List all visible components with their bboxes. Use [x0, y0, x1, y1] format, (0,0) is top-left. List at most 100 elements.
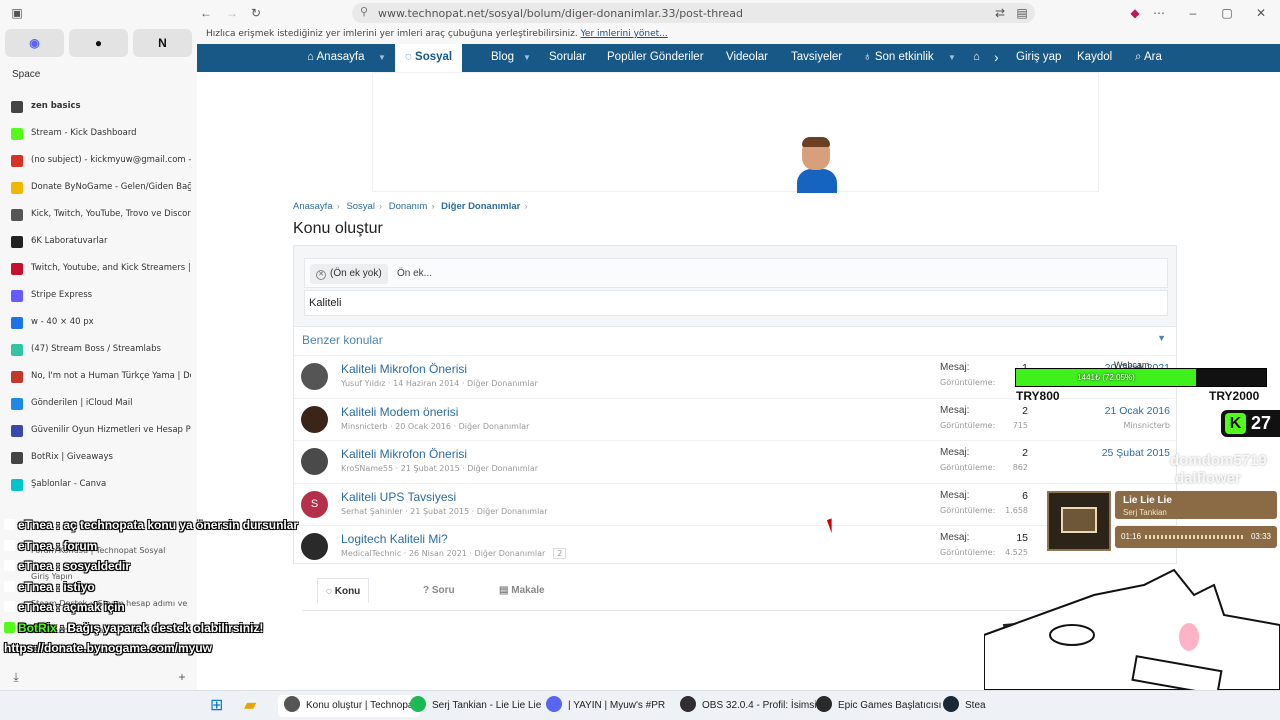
reload-icon[interactable]: ↻ — [248, 5, 264, 21]
nav-recommendations[interactable]: Tavsiyeler — [791, 51, 842, 63]
taskbar-app[interactable]: Serj Tankian - Lie Lie Lie — [410, 695, 541, 717]
pinned-notion[interactable]: N — [133, 29, 192, 57]
nav-questions[interactable]: Sorular — [549, 51, 586, 63]
address-bar[interactable]: ⚲ www.technopat.net/sosyal/bolum/diger-d… — [352, 3, 1035, 23]
thread-author[interactable]: Minsnicterb — [341, 422, 387, 431]
forward-icon[interactable]: → — [224, 5, 240, 21]
sidebar-tab[interactable]: BotRix | Giveaways — [0, 445, 197, 472]
sidebar-tab[interactable]: Gönderilen | iCloud Mail — [0, 391, 197, 418]
clear-icon[interactable]: ✕ — [316, 270, 326, 280]
sidebar-tab[interactable]: Kick, Twitch, YouTube, Trovo ve Discord — [0, 202, 197, 229]
menu-icon[interactable]: ⋯ — [1151, 5, 1167, 21]
thread-author[interactable]: KroSName55 — [341, 464, 393, 473]
minimize-icon[interactable]: – — [1185, 5, 1201, 21]
avatar[interactable] — [301, 448, 328, 476]
thread-title[interactable]: Kaliteli Modem önerisi — [341, 405, 458, 419]
thread-row[interactable]: Kaliteli Mikrofon Önerisi KroSName55 · 21… — [294, 440, 1178, 483]
avatar[interactable]: S — [301, 490, 328, 518]
nav-social[interactable]: ◌ Sosyal — [395, 44, 463, 72]
sidebar-toggle-icon[interactable]: ▣ — [9, 5, 25, 21]
translate-icon[interactable]: ⇄ — [992, 5, 1008, 21]
sidebar-tab[interactable]: Stream - Kick Dashboard — [0, 121, 197, 148]
thread-title-input[interactable]: Kaliteli — [304, 290, 1168, 316]
sidebar-tab[interactable]: Şablonlar - Canva — [0, 472, 197, 499]
chevron-down-icon[interactable]: ▼ — [948, 53, 956, 62]
thread-forum[interactable]: Diğer Donanımlar — [475, 549, 546, 558]
breadcrumb-home[interactable]: Anasayfa — [293, 201, 333, 212]
taskbar-app[interactable]: Stea — [943, 695, 986, 717]
chevron-down-icon[interactable]: ▼ — [378, 53, 386, 62]
sidebar-tab[interactable]: Twitch, Youtube, and Kick Streamers | T — [0, 256, 197, 283]
maximize-icon[interactable]: ▢ — [1219, 5, 1235, 21]
last-post-date[interactable]: 21 Ocak 2016 — [1064, 405, 1170, 417]
avatar[interactable] — [301, 405, 328, 433]
prefix-selector[interactable]: ✕ (Ön ek yok) Ön ek... — [304, 258, 1168, 288]
breadcrumb-social[interactable]: Sosyal — [346, 201, 375, 212]
thread-forum[interactable]: Diğer Donanımlar — [477, 507, 548, 516]
nav-recent[interactable]: ♁ Son etkinlik — [863, 51, 934, 63]
thread-forum[interactable]: Diğer Donanımlar — [459, 422, 530, 431]
pinned-github[interactable]: ● — [69, 29, 128, 57]
nav-popular[interactable]: Popüler Gönderiler — [607, 51, 704, 63]
taskbar-app[interactable]: OBS 32.0.4 - Profil: İsimsi — [680, 695, 816, 717]
thread-row[interactable]: S Kaliteli UPS Tavsiyesi Serhat Şahinler ·… — [294, 482, 1178, 526]
ad-banner[interactable] — [372, 72, 1099, 193]
thread-author[interactable]: Serhat Şahinler — [341, 507, 403, 516]
extension-icon[interactable]: ◆ — [1127, 5, 1143, 21]
chevron-down-icon[interactable]: ▼ — [523, 53, 531, 62]
start-icon[interactable]: ⊞ — [210, 695, 223, 717]
chevron-down-icon[interactable]: ▼ — [1157, 333, 1166, 343]
thread-author[interactable]: MedicalTechnic — [341, 549, 401, 558]
shop-icon[interactable]: ⌂ — [973, 51, 980, 63]
similar-threads-heading[interactable]: Benzer konular — [302, 333, 383, 347]
thread-title[interactable]: Kaliteli UPS Tavsiyesi — [341, 490, 456, 504]
thread-title[interactable]: Logitech Kaliteli Mi? — [341, 532, 448, 546]
pinned-discord[interactable]: ◉ — [5, 29, 64, 57]
chevron-right-icon[interactable]: › — [994, 49, 999, 65]
sidebar-tab[interactable]: (47) Stream Boss / Streamlabs — [0, 337, 197, 364]
breadcrumb-hardware[interactable]: Donanım — [389, 201, 428, 212]
sidebar-tab[interactable]: Donate ByNoGame - Gelen/Giden Bağ — [0, 175, 197, 202]
download-icon[interactable]: ⤓ — [8, 669, 24, 685]
nav-search[interactable]: ⌕ Ara — [1135, 51, 1162, 64]
thread-row[interactable]: Kaliteli Modem önerisi Minsnicterb · 20 O… — [294, 397, 1178, 441]
file-explorer-icon[interactable]: ▰ — [244, 695, 256, 717]
tab-article[interactable]: ▤ Makale — [491, 578, 553, 603]
sidebar-tab[interactable]: w - 40 × 40 px — [0, 310, 197, 337]
back-icon[interactable]: ← — [198, 5, 214, 21]
tab-question[interactable]: ? Soru — [415, 578, 463, 603]
nav-videos[interactable]: Videolar — [726, 51, 768, 63]
site-info-icon[interactable]: ⚲ — [360, 5, 368, 18]
thread-forum[interactable]: Diğer Donanımlar — [467, 464, 538, 473]
avatar[interactable] — [301, 533, 328, 561]
tab-thread[interactable]: ◌ Konu — [317, 578, 370, 603]
nav-login[interactable]: Giriş yap — [1016, 51, 1061, 63]
reader-icon[interactable]: ▤ — [1014, 5, 1030, 21]
thread-row[interactable]: Logitech Kaliteli Mi? MedicalTechnic · 26… — [294, 525, 1178, 568]
thread-author[interactable]: Yusuf Yıldız — [341, 379, 385, 388]
manage-bookmarks-link[interactable]: Yer imlerini yönet... — [581, 29, 668, 39]
thread-forum[interactable]: Diğer Donanımlar — [467, 379, 538, 388]
taskbar-app[interactable]: Konu oluştur | Technopa — [278, 695, 420, 717]
sidebar-tab[interactable]: 6K Laboratuvarlar — [0, 229, 197, 256]
avatar[interactable] — [301, 363, 328, 390]
close-icon[interactable]: ✕ — [1253, 5, 1269, 21]
sidebar-tab[interactable]: No, I'm not a Human Türkçe Yama | Dc — [0, 364, 197, 391]
sidebar-tab[interactable]: (no subject) - kickmyuw@gmail.com - G — [0, 148, 197, 175]
sidebar-tab[interactable]: Stripe Express — [0, 283, 197, 310]
prefix-chip[interactable]: ✕ (Ön ek yok) — [310, 264, 388, 284]
sidebar-tab[interactable]: zen basics — [0, 94, 197, 121]
thread-title[interactable]: Kaliteli Mikrofon Önerisi — [341, 447, 467, 461]
taskbar-app[interactable]: | YAYIN | Myuw's #PR — [546, 695, 665, 717]
last-post-user[interactable]: Minsnicterb — [1064, 421, 1170, 430]
nav-register[interactable]: Kaydol — [1077, 51, 1112, 63]
new-tab-icon[interactable]: + — [174, 669, 190, 685]
nav-blog[interactable]: Blog — [491, 51, 514, 63]
sidebar-tab[interactable]: Güvenilir Oyun Hizmetleri ve Hesap Paz — [0, 418, 197, 445]
thread-title[interactable]: Kaliteli Mikrofon Önerisi — [341, 362, 467, 376]
last-post-date[interactable]: 25 Şubat 2015 — [1064, 447, 1170, 459]
taskbar-app[interactable]: Epic Games Başlatıcısı — [816, 695, 941, 717]
breadcrumb-other-hardware[interactable]: Diğer Donanımlar — [441, 201, 520, 212]
nav-home[interactable]: ⌂ Anasayfa — [307, 51, 364, 63]
page-count-badge[interactable]: 2 — [553, 548, 567, 560]
